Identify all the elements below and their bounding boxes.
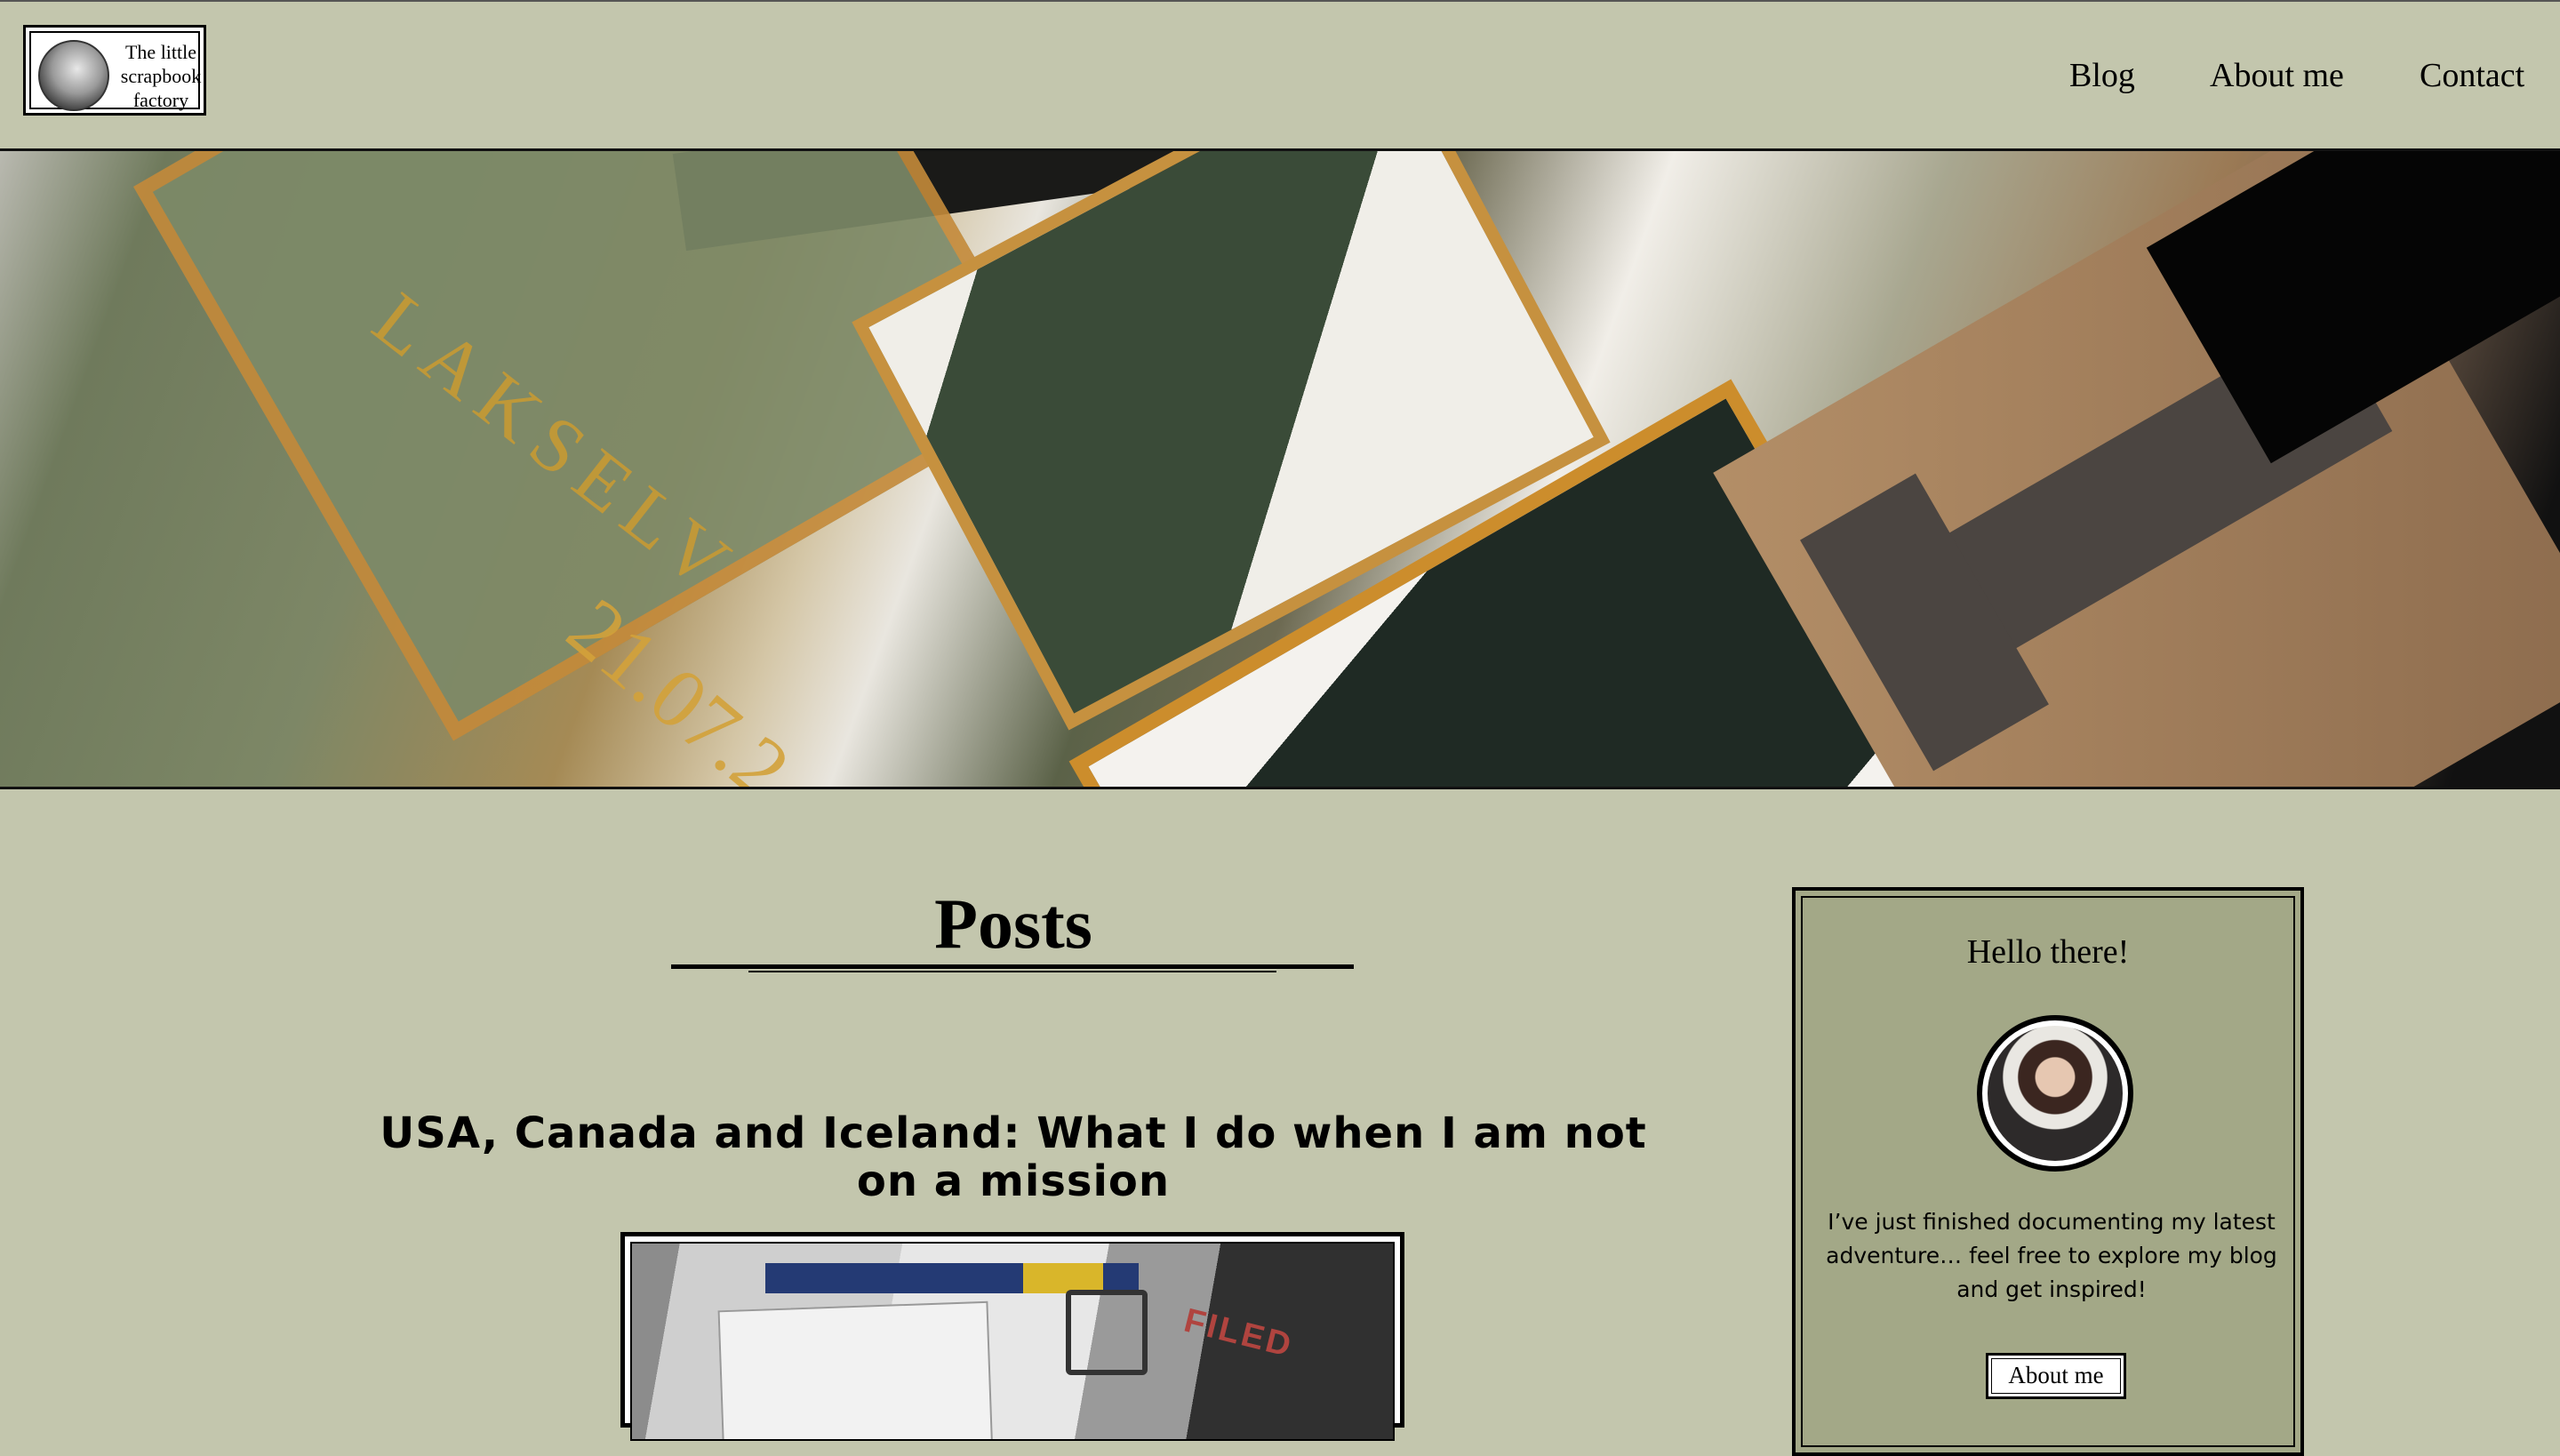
nav-about-me[interactable]: About me (2210, 53, 2344, 98)
button-frame (1991, 1358, 2121, 1394)
post-thumbnail-image: FILED (630, 1242, 1395, 1441)
hero-divider (0, 787, 2560, 789)
logo-frame: The little scrapbook factory (29, 31, 201, 111)
nav-contact[interactable]: Contact (2420, 53, 2524, 98)
sidebar-frame: Hello there! I’ve just finished document… (1801, 896, 2295, 1447)
site-header: The little scrapbook factory Blog About … (0, 0, 2560, 149)
photo-yellow-strip (1023, 1263, 1103, 1293)
avatar (1977, 1015, 2133, 1172)
hero-slider: LAKSELV 21.07.2 ☚ ☛ (0, 151, 2560, 788)
sidebar-title: Hello there! (1966, 933, 2130, 971)
sidebar-intro-text: I’ve just finished documenting my latest… (1826, 1209, 2277, 1302)
site-logo[interactable]: The little scrapbook factory (23, 25, 206, 116)
heading-underline-thin (748, 971, 1276, 972)
filed-stamp: FILED (1180, 1301, 1298, 1365)
post-title[interactable]: USA, Canada and Iceland: What I do when … (356, 1109, 1671, 1205)
logo-text: The little scrapbook factory (120, 41, 202, 111)
heading-underline (671, 964, 1354, 969)
about-me-button[interactable]: About me (1986, 1353, 2126, 1399)
bust-icon (38, 40, 109, 111)
post-thumbnail[interactable]: FILED (620, 1232, 1404, 1441)
binder-clip-icon (1066, 1290, 1148, 1375)
nav-blog[interactable]: Blog (2069, 53, 2135, 98)
photo-card (717, 1300, 995, 1439)
about-sidebar: Hello there! I’ve just finished document… (1792, 887, 2304, 1456)
avatar-photo (1988, 1026, 2123, 1161)
posts-heading: Posts (934, 885, 1092, 964)
